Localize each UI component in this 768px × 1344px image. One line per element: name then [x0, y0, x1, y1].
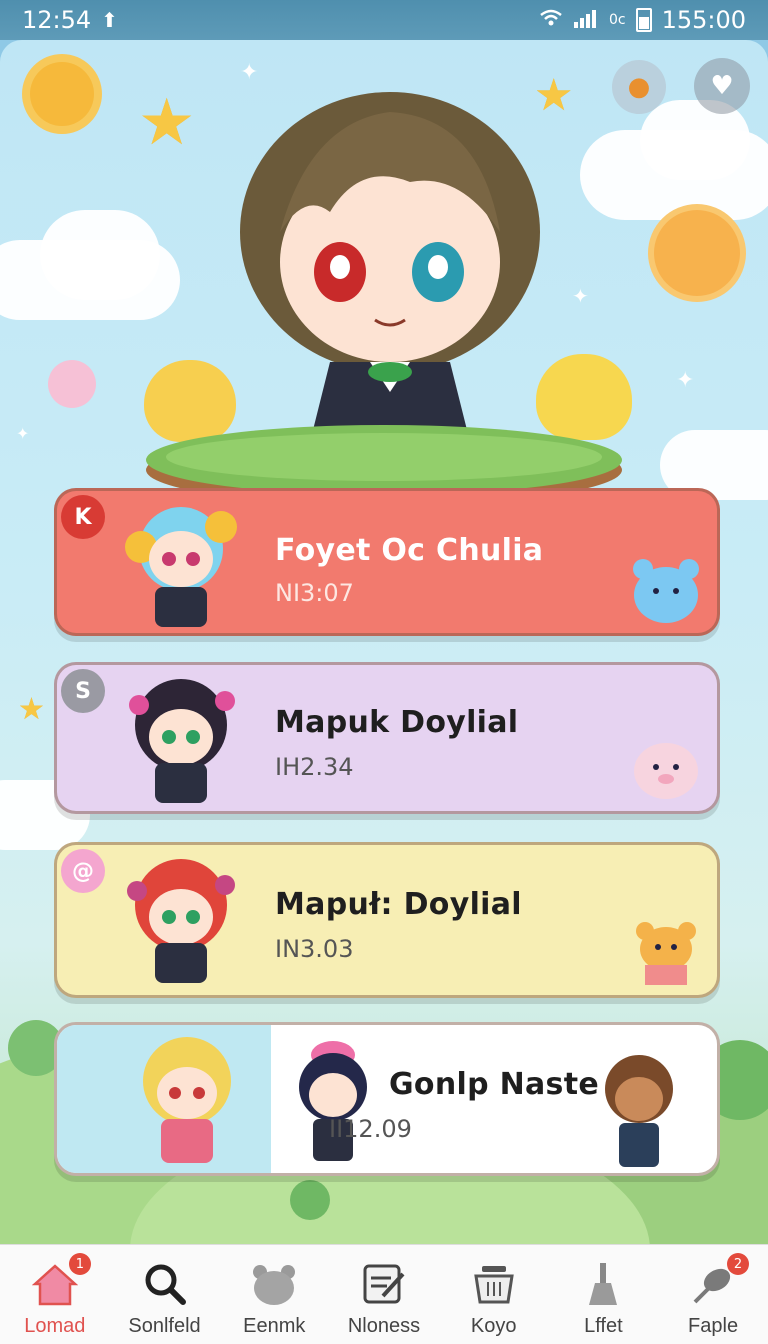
grass-platform [146, 425, 622, 495]
character-card[interactable]: @ Mapuł: Doylial IN3.03 [54, 842, 720, 998]
battery-icon [635, 8, 652, 32]
sparkle-icon: ✦ [676, 368, 695, 393]
status-time: 12:54 [22, 6, 92, 34]
character-avatar [127, 859, 235, 983]
nav-label: Faple [688, 1315, 739, 1337]
nav-item-lffet[interactable]: Lffet [553, 1259, 653, 1338]
tree [290, 1180, 330, 1220]
nav-item-eenmk[interactable]: Eenmk [224, 1259, 324, 1338]
broom-icon [578, 1259, 628, 1309]
heart-board-button[interactable]: ♥ [694, 58, 750, 114]
fox-sticker-icon: ● [627, 72, 651, 102]
nav-item-sonlfeld[interactable]: Sonlfeld [115, 1259, 215, 1338]
sun-icon [30, 62, 94, 126]
cloud [640, 100, 750, 180]
sun-face-sticker [654, 210, 740, 296]
card-title: Gonlp Naste [389, 1067, 599, 1102]
nav-item-koyo[interactable]: Koyo [444, 1259, 544, 1338]
nav-item-nloness[interactable]: Nloness [334, 1259, 434, 1338]
nav-label: Nloness [347, 1315, 421, 1337]
character-avatar [129, 679, 235, 803]
card-title: Foyet Oc Chulia [275, 533, 544, 568]
card-subtitle: II12.09 [329, 1115, 412, 1143]
back-badge-icon[interactable]: K [61, 495, 105, 539]
bottom-nav: 1 Lomad Sonlfeld Eenmk Nloness Koyo Lffe… [0, 1244, 768, 1344]
hero-character [240, 92, 540, 462]
signal-icon [573, 8, 599, 33]
edit-note-icon [359, 1259, 409, 1309]
fox-sticker-button[interactable]: ● [612, 60, 666, 114]
nav-badge: 1 [68, 1253, 91, 1275]
candy-badge-icon[interactable]: @ [61, 849, 105, 893]
heart-board-icon: ♥ [710, 71, 734, 101]
search-icon [140, 1259, 190, 1309]
card-title: Mapuk Doylial [275, 705, 519, 740]
character-avatar [605, 1055, 673, 1167]
wifi-icon [539, 8, 563, 33]
character-avatar [125, 507, 237, 627]
nav-item-faple[interactable]: 2 Faple [663, 1253, 763, 1338]
card-subtitle: IN3.03 [275, 935, 354, 963]
blue-bear-sticker [633, 559, 699, 623]
nav-badge: 2 [727, 1253, 750, 1275]
status-bar: 12:54 ⬆ 0c 155:00 [0, 0, 768, 40]
sparkle-icon: ✦ [16, 424, 30, 443]
character-avatar [299, 1041, 367, 1161]
character-card[interactable]: Gonlp Naste II12.09 [54, 1022, 720, 1176]
nav-label: Lffet [584, 1315, 623, 1337]
nav-label: Lomad [24, 1315, 86, 1337]
pink-pig-sticker [634, 743, 698, 799]
cloud [40, 210, 160, 300]
card-title: Mapuł: Doylial [275, 887, 522, 922]
card-subtitle: NI3:07 [275, 579, 354, 607]
upload-arrow-icon: ⬆ [101, 8, 118, 32]
signal-text: 0c [608, 12, 626, 28]
nav-label: Eenmk [243, 1315, 306, 1337]
balloon-icon [48, 360, 96, 408]
battery-text: 155:00 [661, 6, 746, 34]
basket-icon [469, 1259, 519, 1309]
character-card[interactable]: S Mapuk Doylial IH2.34 [54, 662, 720, 814]
bear-icon [249, 1259, 299, 1309]
orange-bear-sticker [636, 922, 696, 985]
sparkle-icon: ✦ [572, 284, 589, 308]
character-avatar [143, 1037, 231, 1163]
nav-label: Koyo [470, 1315, 517, 1337]
card-subtitle: IH2.34 [275, 753, 354, 781]
star-icon: ★ [138, 86, 196, 160]
star-icon: ★ [18, 692, 45, 727]
nav-item-lomad[interactable]: 1 Lomad [5, 1253, 105, 1338]
character-card[interactable]: K Foyet Oc Chulia NI3:07 [54, 488, 720, 636]
link-badge-icon[interactable]: S [61, 669, 105, 713]
nav-label: Sonlfeld [128, 1315, 201, 1337]
